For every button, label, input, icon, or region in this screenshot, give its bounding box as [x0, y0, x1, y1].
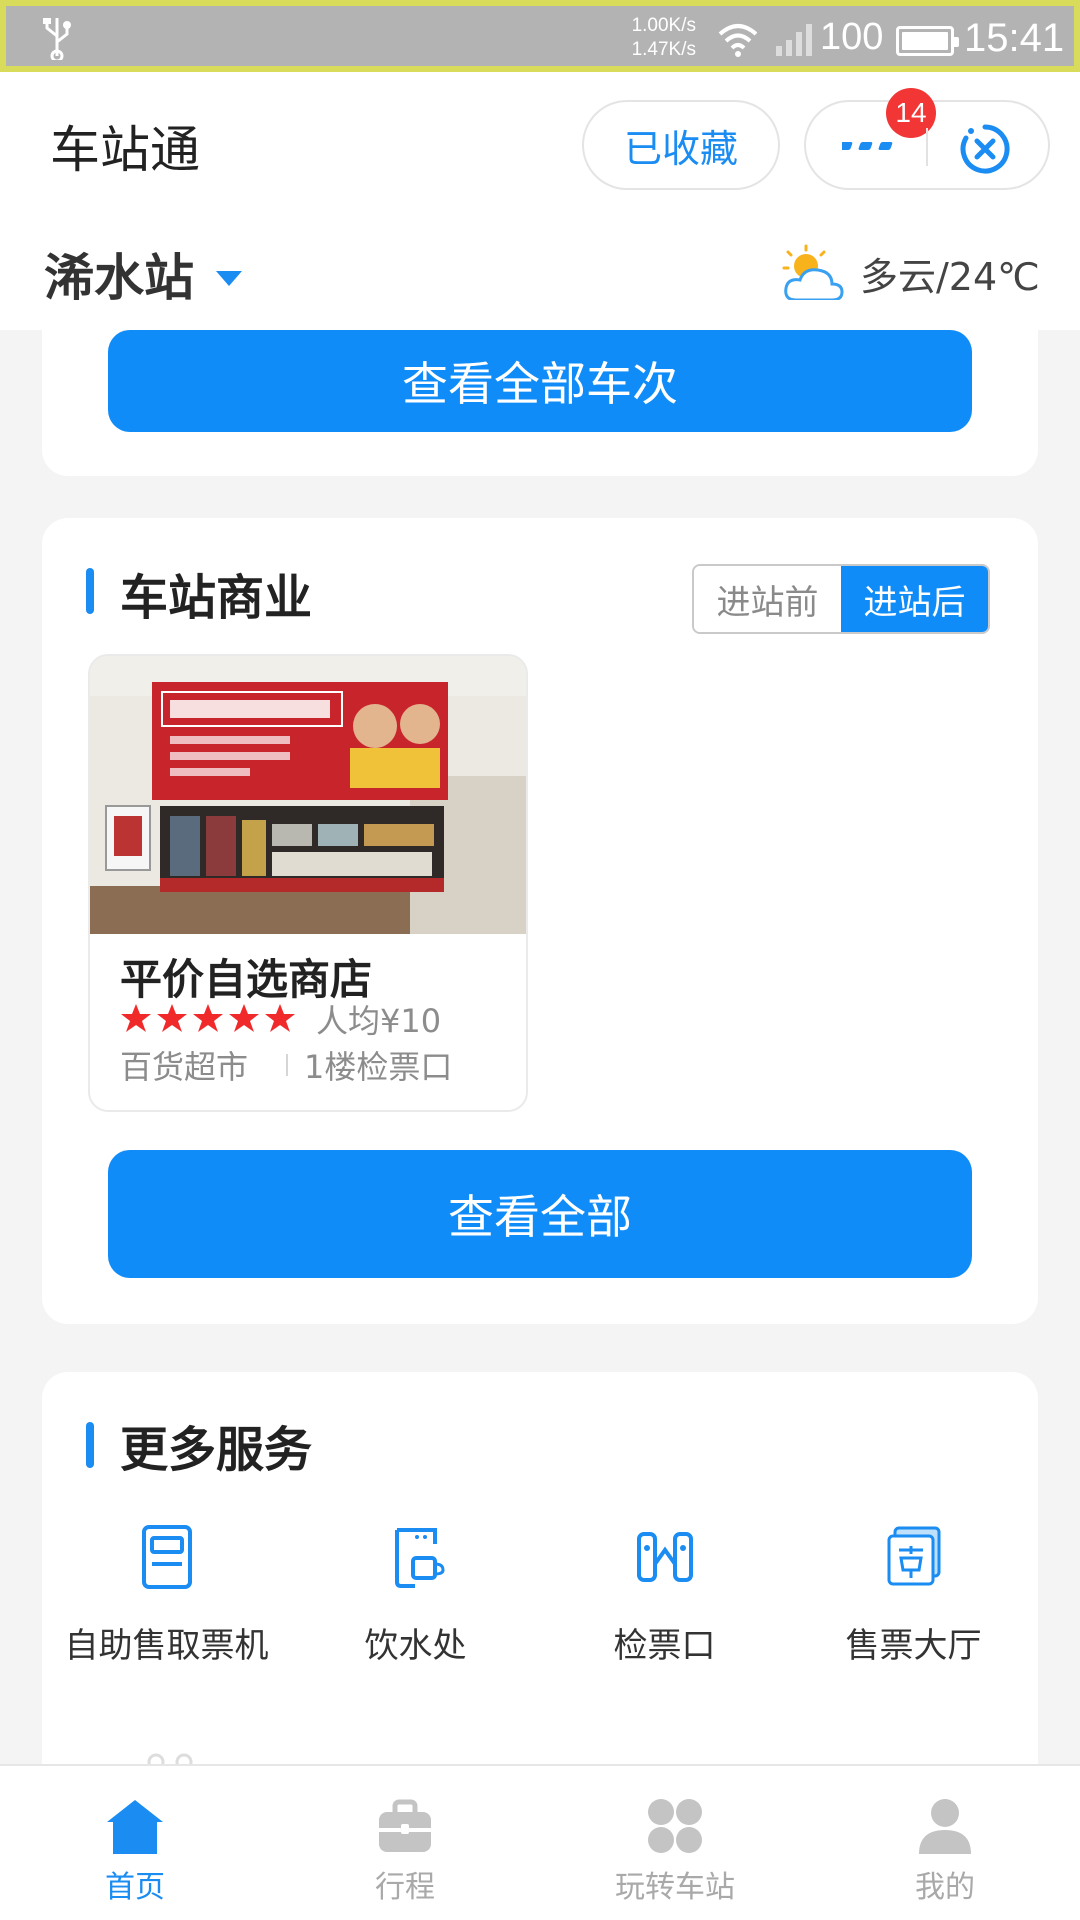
- section-accent-bar: [86, 1422, 94, 1468]
- battery-icon: [896, 26, 959, 56]
- nav-label: 首页: [105, 1870, 165, 1905]
- section-title: 更多服务: [120, 1422, 313, 1478]
- service-label: 自助售取票机: [64, 1626, 269, 1666]
- notification-badge: 14: [886, 88, 936, 138]
- segment-after-entry[interactable]: 进站后: [841, 566, 988, 632]
- chevron-down-icon[interactable]: [214, 268, 244, 288]
- person-icon: [919, 1799, 971, 1854]
- nav-home[interactable]: 首页: [0, 1766, 270, 1920]
- nav-profile[interactable]: 我的: [810, 1766, 1080, 1920]
- star-icon: [121, 1004, 151, 1032]
- wifi-icon: [718, 24, 758, 57]
- mini-program-capsule: 14: [804, 88, 1050, 190]
- nav-label: 行程: [375, 1870, 435, 1905]
- network-speed: 1.00K/s 1.47K/s: [616, 14, 696, 62]
- favorites-button[interactable]: 已收藏: [582, 100, 780, 190]
- shop-location: 1楼检票口: [304, 1048, 453, 1086]
- ticket-machine-icon: [142, 1525, 192, 1589]
- water-dispenser-icon: [395, 1528, 445, 1588]
- home-icon: [107, 1800, 163, 1854]
- star-icon: [193, 1004, 223, 1032]
- star-icon: [157, 1004, 187, 1032]
- view-all-button[interactable]: 查看全部: [108, 1150, 972, 1278]
- close-icon[interactable]: [958, 122, 1012, 176]
- section-accent-bar: [86, 568, 94, 614]
- more-icon[interactable]: [842, 128, 902, 164]
- grid-icon: [648, 1799, 702, 1853]
- segment-before-entry[interactable]: 进站前: [694, 566, 841, 632]
- upload-speed: 1.00K/s: [631, 15, 696, 36]
- service-ticket-gate[interactable]: 检票口: [540, 1524, 789, 1674]
- shop-price: 人均¥10: [316, 1002, 442, 1040]
- service-label: 售票大厅: [845, 1626, 982, 1666]
- star-icon: [229, 1004, 259, 1032]
- ticket-hall-icon: [887, 1526, 941, 1586]
- status-bar: 1.00K/s 1.47K/s 100 15:41: [0, 0, 1080, 72]
- view-all-trains-button[interactable]: 查看全部车次: [108, 330, 972, 432]
- nav-explore-station[interactable]: 玩转车站: [540, 1766, 810, 1920]
- shop-photo: [90, 656, 526, 934]
- partly-cloudy-icon: [782, 244, 844, 302]
- usb-icon: [43, 18, 71, 60]
- rating-stars: [120, 1002, 296, 1034]
- nav-label: 我的: [915, 1870, 975, 1905]
- service-label: 检票口: [613, 1626, 716, 1666]
- star-icon: [265, 1004, 295, 1032]
- capsule-divider: [926, 128, 928, 166]
- weather-text: 多云/24℃: [860, 255, 1040, 299]
- divider: [286, 1054, 288, 1076]
- segment-control: 进站前 进站后: [692, 564, 990, 634]
- ticket-gate-icon: [637, 1532, 693, 1582]
- bottom-nav: 首页 行程 玩转车站 我的: [0, 1764, 1080, 1920]
- nav-label: 玩转车站: [615, 1870, 735, 1905]
- clock: 15:41: [964, 16, 1065, 60]
- shop-category: 百货超市: [120, 1048, 249, 1086]
- nav-trips[interactable]: 行程: [270, 1766, 540, 1920]
- service-ticket-machine[interactable]: 自助售取票机: [42, 1524, 291, 1674]
- shop-card[interactable]: 平价自选商店 人均¥10 百货超市 1楼检票口: [88, 654, 528, 1112]
- download-speed: 1.47K/s: [631, 39, 696, 60]
- service-water[interactable]: 饮水处: [291, 1524, 540, 1674]
- section-title: 车站商业: [120, 570, 313, 626]
- station-business-card: 车站商业 进站前 进站后 平价自选商店 人均¥10 百货超市 1楼检票口 查看全…: [42, 518, 1038, 1324]
- trains-card: 查看全部车次: [42, 300, 1038, 476]
- briefcase-icon: [379, 1799, 431, 1852]
- service-label: 饮水处: [364, 1626, 467, 1666]
- app-title: 车站通: [50, 121, 200, 179]
- service-ticket-hall[interactable]: 售票大厅: [789, 1524, 1038, 1674]
- services-grid: 自助售取票机 饮水处 检票口 售票大厅: [42, 1524, 1038, 1674]
- app-header: 车站通 已收藏 14 浠水站 多云/24℃: [0, 72, 1080, 330]
- battery-percent: 100: [820, 16, 884, 58]
- signal-icon: [776, 24, 812, 56]
